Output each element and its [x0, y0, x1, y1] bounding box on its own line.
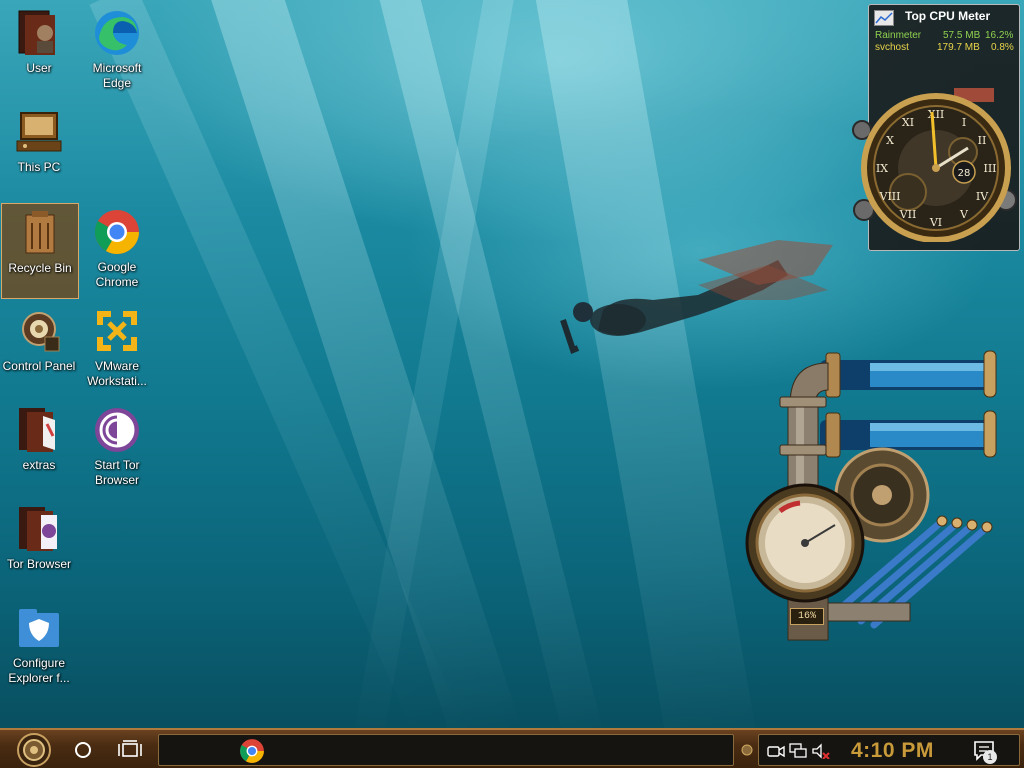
icon-label: Control Panel [2, 359, 76, 373]
vmware-icon [92, 306, 142, 356]
desktop-icon-control-panel[interactable]: Control Panel [0, 302, 78, 398]
icon-label: Google Chrome [95, 260, 139, 289]
svg-text:VII: VII [899, 208, 917, 221]
svg-text:IX: IX [876, 162, 888, 175]
desktop-icon-tor-browser[interactable]: Tor Browser [0, 500, 78, 596]
icon-label: This PC [17, 160, 61, 174]
recycle-bin-icon [15, 208, 65, 258]
start-button[interactable] [10, 733, 58, 767]
svg-text:XII: XII [928, 108, 945, 121]
tor-folder-icon [14, 504, 64, 554]
icon-label: Configure Explorer f... [8, 656, 70, 685]
process-name: Rainmeter [875, 30, 922, 41]
camera-icon[interactable] [767, 743, 785, 759]
svg-text:X: X [886, 134, 894, 147]
gear-tray-icon[interactable] [741, 744, 753, 756]
computer-icon [14, 107, 64, 157]
cpu-meter-title: Top CPU Meter [905, 9, 991, 23]
notification-count-badge: 1 [983, 750, 997, 764]
svg-text:XI: XI [902, 116, 914, 129]
svg-text:V: V [959, 208, 969, 221]
taskbar-apps-area [158, 734, 734, 766]
chart-icon [874, 10, 894, 26]
icon-label: User [26, 61, 52, 75]
icon-label: Recycle Bin [8, 261, 72, 275]
user-folder-icon [14, 8, 64, 58]
icon-label: Tor Browser [6, 557, 71, 571]
taskbar-clock[interactable]: 4:10 PM [851, 739, 934, 763]
process-cpu: 16.2% [985, 30, 1014, 41]
steampunk-clock-widget[interactable]: XIIIIIVIIX IIIIVV VIIVIIIXXI 28 [848, 82, 1020, 242]
date-number: 28 [958, 168, 971, 179]
edge-icon [92, 8, 142, 58]
taskbar: 4:10 PM 1 [0, 728, 1024, 768]
folder-icon [14, 405, 64, 455]
volume-muted-icon[interactable] [812, 743, 830, 759]
shield-folder-icon [14, 603, 64, 653]
svg-text:VIII: VIII [879, 190, 901, 203]
desktop-icon-vmware[interactable]: VMware Workstati... [78, 302, 156, 398]
process-name: svchost [875, 42, 909, 53]
chrome-taskbar-icon[interactable] [239, 738, 265, 764]
icon-label: extras [22, 458, 56, 472]
desktop-icon-start-tor[interactable]: Start Tor Browser [78, 401, 156, 497]
desktop-icon-extras[interactable]: extras [0, 401, 78, 497]
chrome-icon [92, 207, 142, 257]
cpu-percent-readout: 16% [790, 608, 824, 625]
desktop-icon-chrome[interactable]: Google Chrome [78, 203, 156, 299]
process-memory: 179.7 MB [937, 42, 980, 53]
icon-label: Microsoft Edge [92, 61, 142, 90]
desktop-icon-configure-explorer[interactable]: Configure Explorer f... [0, 599, 78, 695]
desktop-icon-edge[interactable]: Microsoft Edge [78, 4, 156, 100]
search-circle-icon[interactable] [70, 737, 96, 763]
process-memory: 57.5 MB [943, 30, 981, 41]
svg-text:III: III [983, 162, 996, 175]
desktop-icon-this-pc[interactable]: This PC [0, 103, 78, 199]
icon-label: VMware Workstati... [87, 359, 147, 388]
svg-text:VI: VI [929, 216, 942, 229]
tor-icon [92, 405, 142, 455]
control-panel-icon [14, 306, 64, 356]
svg-text:II: II [978, 134, 987, 147]
svg-text:IV: IV [976, 190, 989, 203]
network-icon[interactable] [789, 743, 807, 759]
system-tray: 4:10 PM 1 [758, 734, 1020, 766]
desktop-icon-user[interactable]: User [0, 4, 78, 100]
desktop-icon-recycle-bin[interactable]: Recycle Bin [1, 203, 79, 299]
svg-text:I: I [962, 116, 966, 129]
steampunk-pipe-widget[interactable] [740, 345, 1010, 650]
icon-label: Start Tor Browser [94, 458, 140, 487]
process-cpu: 0.8% [991, 42, 1014, 53]
task-view-icon[interactable] [116, 738, 144, 762]
